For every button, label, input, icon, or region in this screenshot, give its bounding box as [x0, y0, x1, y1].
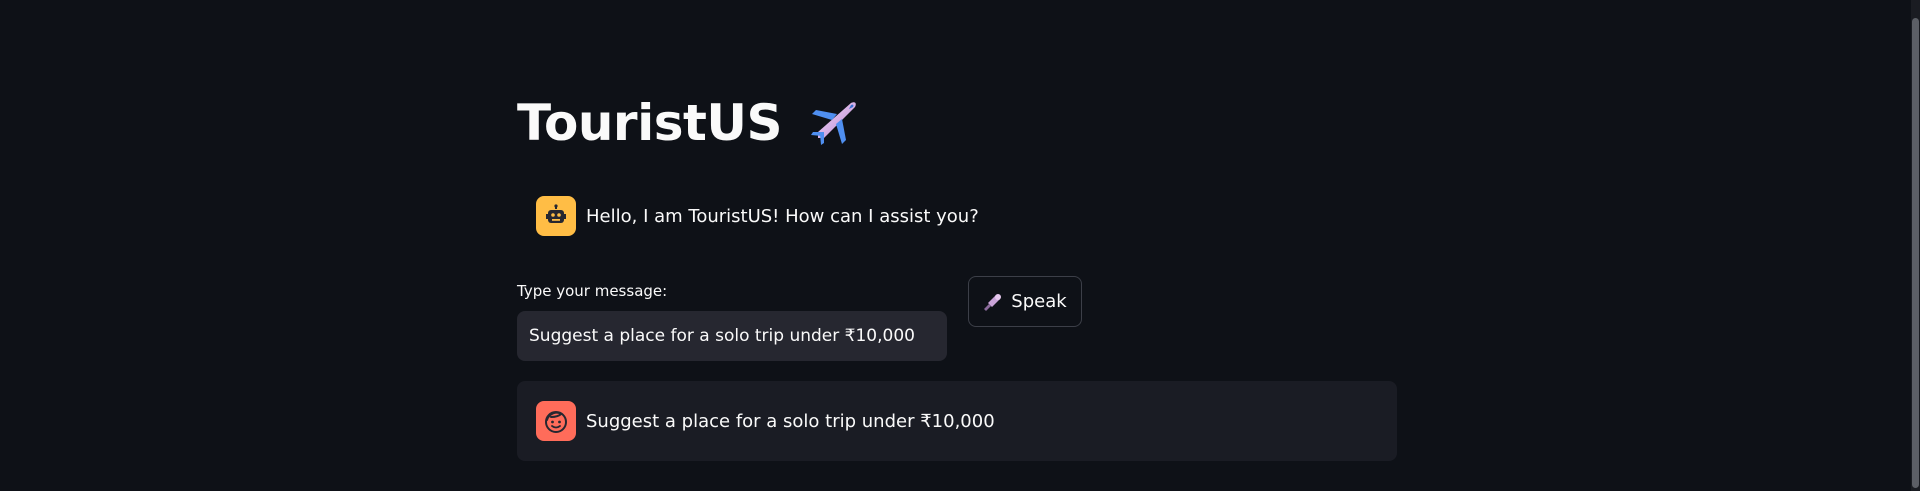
bot-message-text: Hello, I am TouristUS! How can I assist … — [586, 205, 979, 227]
bot-message: Hello, I am TouristUS! How can I assist … — [517, 190, 1397, 242]
message-input[interactable] — [517, 311, 947, 361]
airplane-icon — [804, 94, 862, 152]
user-message-text: Suggest a place for a solo trip under ₹1… — [586, 410, 995, 432]
page-title: TouristUS — [517, 94, 782, 152]
speak-button-label: Speak — [1011, 291, 1067, 312]
user-message: Suggest a place for a solo trip under ₹1… — [517, 381, 1397, 461]
header: TouristUS — [517, 88, 862, 158]
user-face-icon — [536, 401, 576, 441]
robot-icon — [536, 196, 576, 236]
app-window: TouristUS Hello, I am TouristUS! How can… — [0, 0, 1920, 491]
speak-button[interactable]: Speak — [968, 276, 1082, 327]
scrollbar[interactable] — [1911, 0, 1920, 491]
scrollbar-thumb[interactable] — [1912, 18, 1919, 488]
message-input-label: Type your message: — [517, 282, 668, 300]
microphone-icon — [983, 292, 1003, 312]
